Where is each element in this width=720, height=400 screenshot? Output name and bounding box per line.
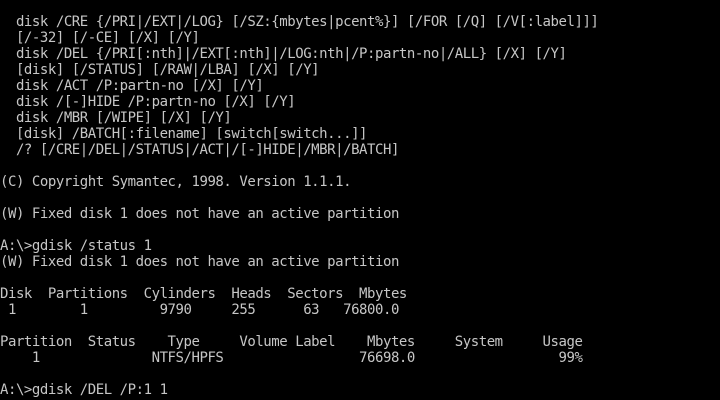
syntax-line-hide: disk /[-]HIDE /P:partn-no [/X] [/Y] bbox=[0, 94, 296, 110]
disk-table-header: Disk Partitions Cylinders Heads Sectors … bbox=[0, 286, 407, 302]
syntax-line-help: /? [/CRE|/DEL|/STATUS|/ACT|/[-]HIDE|/MBR… bbox=[0, 142, 399, 158]
disk-table-row: 1 1 9790 255 63 76800.0 bbox=[0, 302, 399, 318]
command-prompt-line[interactable]: A:\>gdisk /DEL /P:1 1 bbox=[0, 382, 168, 398]
syntax-line-batch: [disk] /BATCH[:filename] [switch[switch.… bbox=[0, 126, 368, 142]
warning-line: (W) Fixed disk 1 does not have an active… bbox=[0, 206, 399, 222]
copyright-line: (C) Copyright Symantec, 1998. Version 1.… bbox=[0, 174, 352, 190]
syntax-line-create: disk /CRE {/PRI|/EXT|/LOG} [/SZ:{mbytes|… bbox=[0, 14, 599, 30]
command-prompt-line: A:\>gdisk /status 1 bbox=[0, 238, 152, 254]
dos-console-screen[interactable]: disk /CRE {/PRI|/EXT|/LOG} [/SZ:{mbytes|… bbox=[0, 0, 720, 400]
syntax-line-status: [disk] [/STATUS] [/RAW|/LBA] [/X] [/Y] bbox=[0, 62, 320, 78]
syntax-line-activate: disk /ACT /P:partn-no [/X] [/Y] bbox=[0, 78, 264, 94]
syntax-line-delete: disk /DEL {/PRI[:nth]|/EXT[:nth]|/LOG:nt… bbox=[0, 46, 567, 62]
warning-line: (W) Fixed disk 1 does not have an active… bbox=[0, 254, 399, 270]
syntax-line-mbr: disk /MBR [/WIPE] [/X] [/Y] bbox=[0, 110, 232, 126]
partition-table-row: 1 NTFS/HPFS 76698.0 99% bbox=[0, 350, 583, 366]
syntax-line-create-options: [/-32] [/-CE] [/X] [/Y] bbox=[0, 30, 200, 46]
partition-table-header: Partition Status Type Volume Label Mbyte… bbox=[0, 334, 583, 350]
